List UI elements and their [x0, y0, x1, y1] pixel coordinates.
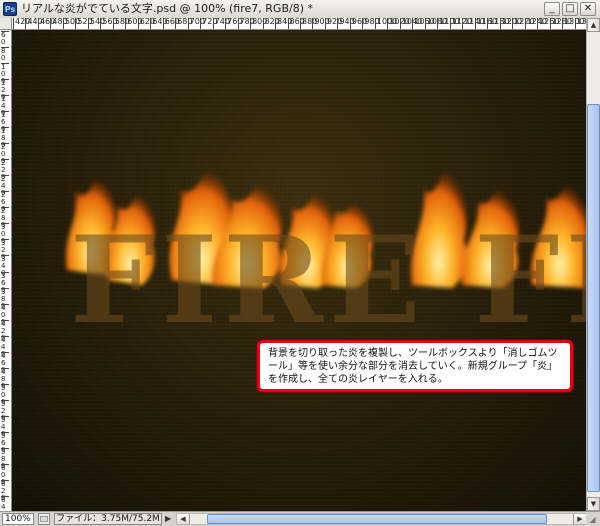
- photoshop-app-icon: Ps: [3, 2, 17, 16]
- ruler-tick-label: 60: [1, 31, 9, 46]
- zoom-level-field[interactable]: 100%: [2, 513, 34, 525]
- ruler-origin[interactable]: [0, 18, 12, 30]
- minimize-button[interactable]: _: [544, 2, 560, 16]
- scroll-right-button[interactable]: ▶: [573, 514, 586, 524]
- ruler-tick-label: 80: [1, 47, 9, 62]
- fire-text: FIRE FIRE: [70, 210, 586, 351]
- vertical-scrollbar[interactable]: ▲ ▼: [586, 18, 600, 511]
- horizontal-ruler[interactable]: 420 440 460 480 500 520 540 560 580 600 620 640 660 6…: [12, 18, 597, 30]
- vertical-ruler[interactable]: 60 80 100 120 140 160 180 200 220 240 260 280 300 320…: [0, 30, 12, 517]
- close-button[interactable]: ✕: [580, 2, 596, 16]
- file-size-info: ファイル：3.75M/75.2M: [54, 513, 162, 525]
- resize-grip-icon[interactable]: ◢: [586, 513, 599, 526]
- horizontal-scrollbar[interactable]: ◀ ▶: [176, 513, 586, 525]
- canvas-artwork: FIRE FIRE: [12, 30, 586, 511]
- explanation-callout: 背景を切り取った炎を複製し、ツールボックスより「消しゴムツール」等を使い余分な部…: [257, 340, 573, 392]
- document-canvas[interactable]: FIRE FIRE: [12, 30, 586, 511]
- document-status-icon[interactable]: [38, 513, 50, 525]
- maximize-button[interactable]: □: [562, 2, 578, 16]
- scroll-up-button[interactable]: ▲: [587, 18, 600, 32]
- status-menu-arrow-icon[interactable]: ▶: [165, 513, 175, 525]
- status-bar: 100% ファイル：3.75M/75.2M ▶ ◀ ▶ ◢: [0, 511, 600, 526]
- window-title: リアルな炎がでている文字.psd @ 100% (fire7, RGB/8) *: [21, 2, 313, 15]
- horizontal-scroll-thumb[interactable]: [207, 514, 547, 524]
- vertical-scroll-thumb[interactable]: [587, 104, 600, 492]
- scroll-down-button[interactable]: ▼: [587, 497, 600, 511]
- photoshop-document-window: Ps リアルな炎がでている文字.psd @ 100% (fire7, RGB/8…: [0, 0, 600, 526]
- scroll-left-button[interactable]: ◀: [177, 514, 190, 524]
